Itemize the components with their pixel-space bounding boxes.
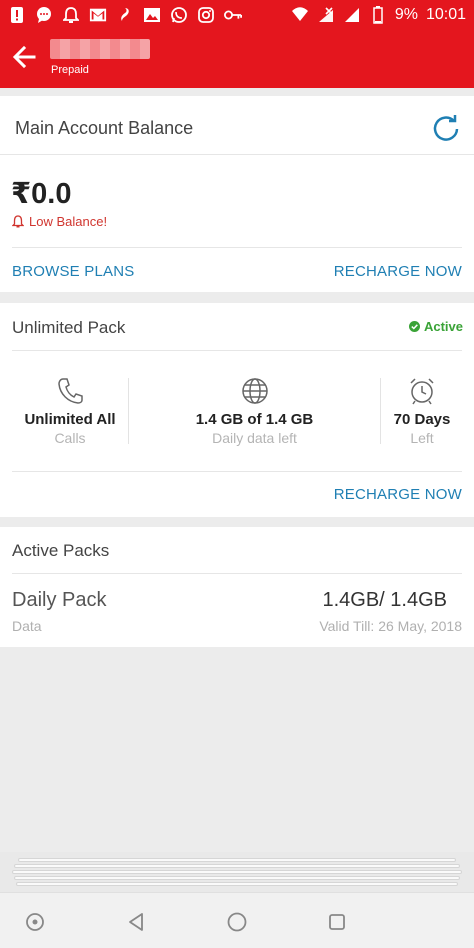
validity-column: 70 Days Left bbox=[381, 377, 463, 446]
data-label: Daily data left bbox=[212, 430, 297, 446]
main-balance-title: Main Account Balance bbox=[15, 118, 194, 138]
whatsapp-icon bbox=[170, 6, 188, 24]
pack-value: 1.4GB/ 1.4GB bbox=[322, 589, 447, 611]
dot-circle-icon bbox=[26, 913, 44, 931]
pack-type: Data bbox=[12, 618, 42, 634]
alarm-clock-icon bbox=[410, 378, 434, 405]
battery-icon bbox=[369, 6, 387, 24]
calls-column: Unlimited All Calls bbox=[12, 377, 128, 446]
back-button[interactable] bbox=[10, 42, 40, 72]
divider bbox=[12, 471, 462, 472]
refresh-button[interactable] bbox=[430, 112, 462, 144]
vpn-key-icon bbox=[224, 6, 242, 24]
status-bar-left-icons bbox=[8, 6, 242, 24]
check-circle-icon bbox=[408, 321, 420, 332]
masked-phone-number bbox=[50, 39, 150, 59]
status-bar-right-icons: 9% 10:01 bbox=[291, 6, 466, 24]
globe-icon bbox=[241, 378, 268, 404]
pack-validity: Valid Till: 26 May, 2018 bbox=[319, 618, 462, 634]
square-recents-icon bbox=[329, 914, 345, 930]
bell-warning-icon bbox=[12, 215, 24, 228]
recents-button[interactable] bbox=[324, 909, 350, 935]
home-button[interactable] bbox=[224, 909, 250, 935]
alert-icon bbox=[8, 6, 26, 24]
data-value: 1.4 GB of 1.4 GB bbox=[195, 411, 314, 428]
active-status-badge: Active bbox=[408, 319, 463, 334]
app-bar-subtitle: Prepaid bbox=[51, 64, 89, 76]
home-circle-icon bbox=[227, 912, 247, 932]
calls-label: Calls bbox=[54, 430, 86, 446]
bottom-sheet-handle[interactable] bbox=[0, 852, 474, 892]
signal-icon-2 bbox=[343, 6, 361, 24]
notification-bell-icon bbox=[62, 6, 80, 24]
clock-time: 10:01 bbox=[425, 6, 466, 23]
divider bbox=[12, 573, 462, 574]
signal-icon bbox=[317, 6, 335, 24]
pack-name: Daily Pack bbox=[12, 589, 107, 611]
divider bbox=[12, 247, 462, 248]
instagram-icon bbox=[197, 6, 215, 24]
navigation-bar bbox=[0, 892, 474, 948]
data-column: 1.4 GB of 1.4 GB Daily data left bbox=[129, 377, 380, 446]
low-balance-text: Low Balance! bbox=[29, 214, 108, 229]
handle-line bbox=[16, 882, 458, 886]
low-balance-warning: Low Balance! bbox=[12, 214, 107, 229]
handle-line bbox=[12, 870, 462, 874]
validity-value: 70 Days bbox=[393, 411, 451, 428]
validity-label: Left bbox=[410, 430, 434, 446]
calls-value: Unlimited All bbox=[24, 411, 116, 428]
triangle-back-icon bbox=[129, 913, 143, 931]
airtel-icon bbox=[116, 6, 134, 24]
active-status-text: Active bbox=[423, 319, 463, 334]
handle-line bbox=[14, 876, 460, 880]
gmail-icon bbox=[89, 6, 107, 24]
message-icon bbox=[35, 6, 53, 24]
active-packs-title: Active Packs bbox=[12, 541, 110, 560]
app-bar: Prepaid bbox=[0, 30, 474, 88]
recharge-now-link[interactable]: RECHARGE NOW bbox=[334, 263, 462, 280]
nav-back-button[interactable] bbox=[124, 909, 150, 935]
handle-line bbox=[18, 858, 456, 862]
unlimited-pack-title: Unlimited Pack bbox=[12, 318, 126, 337]
refresh-icon bbox=[433, 115, 459, 141]
phone-icon bbox=[58, 378, 83, 404]
assistant-button[interactable] bbox=[22, 909, 48, 935]
wifi-icon bbox=[291, 6, 309, 24]
handle-line bbox=[14, 864, 460, 868]
status-bar: 9% 10:01 bbox=[0, 0, 474, 30]
main-balance-card: Main Account Balance ₹0.0 Low Balance! B… bbox=[0, 96, 474, 292]
balance-amount: ₹0.0 bbox=[11, 178, 72, 210]
divider bbox=[0, 154, 474, 155]
divider bbox=[12, 350, 462, 351]
browse-plans-link[interactable]: BROWSE PLANS bbox=[12, 263, 134, 280]
unlimited-pack-card: Unlimited Pack Active Unlimited All Call… bbox=[0, 303, 474, 517]
active-packs-card: Active Packs Daily Pack Data 1.4GB/ 1.4G… bbox=[0, 527, 474, 647]
gallery-icon bbox=[143, 6, 161, 24]
battery-percent: 9% bbox=[394, 6, 418, 23]
recharge-now-link-pack[interactable]: RECHARGE NOW bbox=[334, 486, 462, 503]
arrow-left-icon bbox=[12, 45, 36, 69]
